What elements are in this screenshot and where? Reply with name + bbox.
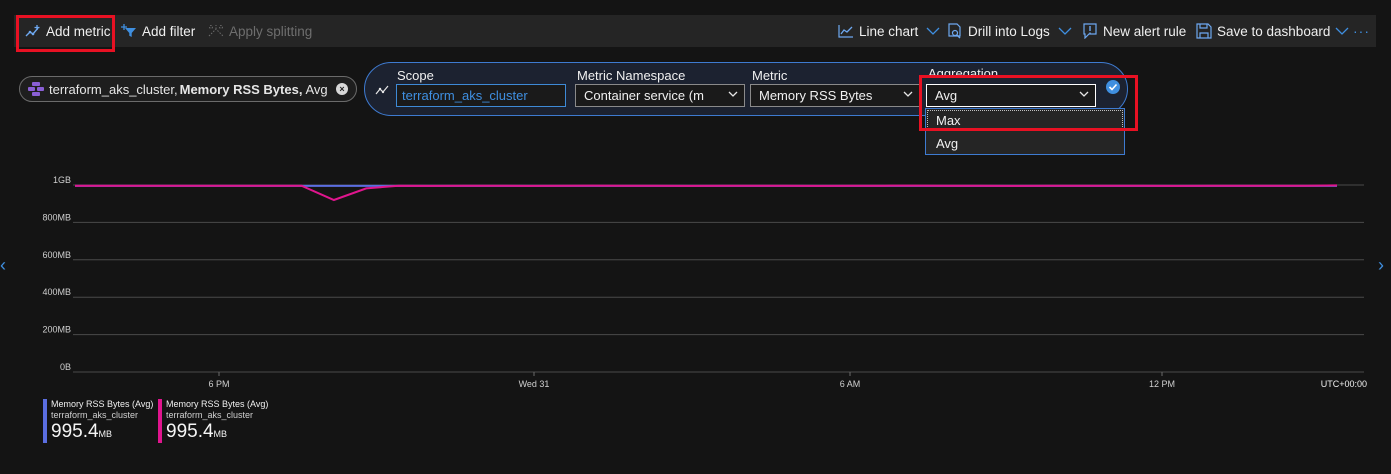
pill-aggregation: Avg	[305, 81, 328, 97]
drill-into-logs-label: Drill into Logs	[968, 23, 1050, 39]
close-icon[interactable]: ×	[336, 83, 348, 95]
filter-icon	[121, 24, 136, 37]
chevron-down-icon	[728, 91, 738, 97]
drill-into-logs-dropdown[interactable]: Drill into Logs	[947, 15, 1072, 47]
chevron-down-icon	[1335, 27, 1349, 35]
aggregation-value: Avg	[935, 88, 958, 103]
add-filter-label: Add filter	[142, 23, 196, 39]
x-tick-label: Wed 31	[519, 379, 550, 389]
x-tick-label: 6 PM	[208, 379, 229, 389]
add-metric-label: Add metric	[46, 23, 111, 39]
aggregation-select[interactable]: Avg	[926, 84, 1096, 107]
metric-select[interactable]: Memory RSS Bytes	[750, 84, 920, 107]
chevron-down-icon	[1079, 91, 1089, 97]
metric-value: Memory RSS Bytes	[759, 88, 873, 103]
alert-icon	[1083, 23, 1097, 39]
metrics-toolbar: Add metric Add filter Apply splitting Li…	[14, 15, 1376, 47]
legend-resource-name: terraform_aks_cluster	[51, 410, 139, 420]
apply-splitting-button[interactable]: Apply splitting	[208, 15, 312, 47]
logs-icon	[948, 23, 961, 39]
scope-label: Scope	[397, 68, 434, 83]
scope-value: terraform_aks_cluster	[402, 88, 528, 103]
scope-field[interactable]: terraform_aks_cluster	[396, 84, 566, 107]
legend-series-name: Memory RSS Bytes (Avg)	[166, 399, 269, 409]
chevron-down-icon	[903, 91, 913, 97]
legend-value: 995.4MB	[51, 421, 113, 442]
aggregation-label: Aggregation	[928, 66, 999, 76]
add-metric-button[interactable]: Add metric	[25, 15, 111, 47]
timezone-label: UTC+00:00	[1321, 379, 1367, 389]
new-alert-rule-button[interactable]: New alert rule	[1082, 15, 1186, 47]
legend-color-swatch	[158, 399, 162, 443]
aggregation-dropdown: Max Avg	[925, 108, 1125, 155]
metric-chart: 1GB 800MB 600MB 400MB 200MB 0B 6 PM Wed 31 6 AM 1…	[42, 175, 1367, 389]
aggregation-option-avg[interactable]: Avg	[926, 132, 1124, 155]
y-tick-label: 0B	[60, 362, 71, 372]
chevron-down-icon	[1058, 27, 1072, 35]
legend-value: 995.4MB	[166, 421, 228, 442]
namespace-select[interactable]: Container service (m	[575, 84, 745, 107]
legend-item[interactable]: Memory RSS Bytes (Avg) terraform_aks_clu…	[158, 399, 268, 443]
y-tick-label: 400MB	[42, 287, 71, 297]
save-to-dashboard-dropdown[interactable]: Save to dashboard	[1196, 15, 1349, 47]
apply-splitting-label: Apply splitting	[229, 23, 313, 39]
x-tick-label: 12 PM	[1149, 379, 1175, 389]
y-tick-label: 600MB	[42, 250, 71, 260]
pill-resource: terraform_aks_cluster,	[49, 81, 178, 97]
save-to-dashboard-label: Save to dashboard	[1217, 23, 1331, 39]
aks-cluster-icon	[28, 82, 44, 96]
legend-series-name: Memory RSS Bytes (Avg)	[51, 399, 154, 409]
legend-item[interactable]: Memory RSS Bytes (Avg) terraform_aks_clu…	[43, 399, 153, 443]
splitting-icon	[208, 25, 224, 37]
series-line	[75, 184, 1338, 202]
more-icon: ···	[1353, 23, 1370, 39]
more-options-button[interactable]: ···	[1353, 15, 1370, 47]
metric-pill[interactable]: terraform_aks_cluster, Memory RSS Bytes,…	[19, 76, 357, 102]
y-tick-label: 800MB	[42, 212, 71, 222]
line-chart-icon	[838, 25, 853, 38]
add-filter-button[interactable]: Add filter	[121, 15, 195, 47]
y-tick-label: 1GB	[53, 175, 71, 185]
aggregation-option-max[interactable]: Max	[926, 109, 1124, 132]
x-tick-label: 6 AM	[840, 379, 861, 389]
chevron-down-icon	[926, 27, 940, 35]
namespace-value: Container service (m	[584, 88, 704, 103]
metric-line-icon	[375, 85, 389, 95]
metric-label: Metric	[752, 68, 788, 83]
legend-color-swatch	[43, 399, 47, 443]
save-icon	[1196, 23, 1212, 39]
y-tick-label: 200MB	[42, 325, 71, 335]
line-chart-label: Line chart	[859, 23, 919, 39]
line-chart-dropdown[interactable]: Line chart	[838, 15, 940, 47]
namespace-label: Metric Namespace	[577, 68, 686, 83]
new-alert-rule-label: New alert rule	[1103, 23, 1187, 39]
add-metric-icon	[25, 25, 40, 37]
confirm-check-icon[interactable]	[1106, 80, 1120, 94]
pill-metric: Memory RSS Bytes,	[179, 81, 303, 97]
legend-resource-name: terraform_aks_cluster	[166, 410, 254, 420]
